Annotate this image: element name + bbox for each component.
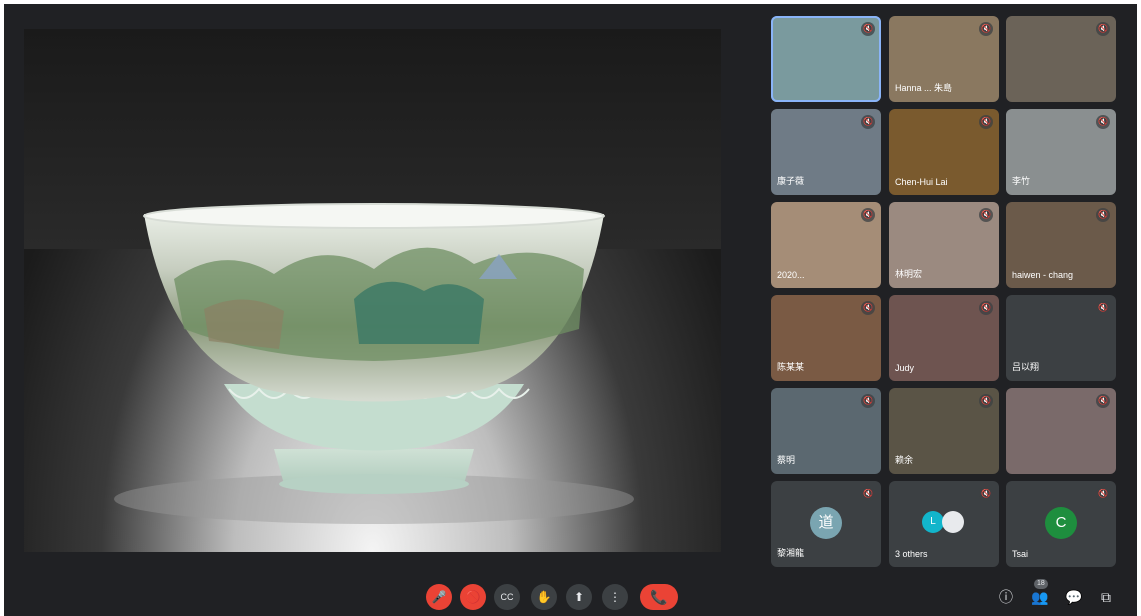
meeting-window: 🔇 🔇 Hanna ... 朱島 🔇 🔇 康子薇 🔇 Chen-Hui Lai 🔇 李竹 🔇 2020… [4,4,1137,616]
activities-button[interactable]: ⧉ [1096,587,1116,607]
participant-avatar: 道 [810,507,842,539]
participant-tile[interactable]: 🔇 Tsai C [1006,481,1116,567]
muted-mic-icon: 🔇 [979,487,993,501]
participant-name: 蔡明 [777,455,796,465]
more-vert-icon: ⋮ [609,590,621,604]
microphone-off-icon: 🎤 [431,590,447,604]
muted-mic-icon: 🔇 [861,115,875,129]
participant-name: Chen-Hui Lai [895,177,948,187]
muted-mic-icon: 🔇 [979,394,993,408]
participant-count-badge: 18 [1034,579,1048,589]
hang-up-icon: 📞 [650,589,668,605]
muted-mic-icon: 🔇 [979,208,993,222]
presentation-stage[interactable] [24,29,721,552]
participant-tile[interactable]: 🔇 林明宏 [889,202,999,288]
chat-button[interactable]: 💬 [1064,587,1084,607]
participant-tile[interactable]: 🔇 黎湘龍道 [771,481,881,567]
participant-tile[interactable]: 🔇 蔡明 [771,388,881,474]
participant-tile[interactable]: 🔇 康子薇 [771,109,881,195]
hand-icon: ✋ [536,590,552,604]
captions-button[interactable]: CC [494,584,520,610]
camera-off-button[interactable]: 🚫 [460,584,486,610]
participant-name: 林明宏 [895,269,923,279]
captions-icon: CC [500,592,514,602]
participant-name: 黎湘龍 [777,548,805,558]
participant-name: 2020... [777,270,805,280]
mic-off-button[interactable]: 🎤 [426,584,452,610]
participant-tile[interactable]: 🔇 李竹 [1006,109,1116,195]
muted-mic-icon: 🔇 [979,115,993,129]
people-icon: 👥 [1031,589,1049,605]
participant-tile[interactable]: 🔇 [1006,388,1116,474]
participant-name: 李竹 [1012,176,1031,186]
participant-tile[interactable]: 🔇 Hanna ... 朱島 [889,16,999,102]
participant-name: Tsai [1012,549,1029,559]
meeting-details-button[interactable]: ⓘ [996,587,1016,607]
muted-mic-icon: 🔇 [1096,208,1110,222]
muted-mic-icon: 🔇 [861,22,875,36]
participant-tile[interactable]: 🔇 Judy [889,295,999,381]
leave-call-button[interactable]: 📞 [640,584,678,610]
muted-mic-icon: 🔇 [1096,301,1110,315]
participant-name: Judy [895,363,915,373]
muted-mic-icon: 🔇 [861,301,875,315]
camera-off-icon: 🚫 [465,590,481,604]
muted-mic-icon: 🔇 [861,208,875,222]
activities-icon: ⧉ [1101,589,1111,605]
participant-avatar: L [922,511,944,533]
present-button[interactable]: ⬆ [566,584,592,610]
muted-mic-icon: 🔇 [1096,115,1110,129]
participant-tile[interactable]: 🔇 2020... [771,202,881,288]
more-options-button[interactable]: ⋮ [602,584,628,610]
muted-mic-icon: 🔇 [979,301,993,315]
muted-mic-icon: 🔇 [1096,394,1110,408]
participant-name: Hanna ... 朱島 [895,83,953,93]
participant-name: 赖余 [895,455,914,465]
participant-avatar: C [1045,507,1077,539]
participant-name: haiwen - chang [1012,270,1074,280]
porcelain-bowl-image [114,203,634,524]
people-button[interactable]: 👥 18 [1030,579,1050,607]
participant-tile[interactable]: 🔇 陈某某 [771,295,881,381]
present-screen-icon: ⬆ [573,590,585,604]
muted-mic-icon: 🔇 [861,487,875,501]
participant-tile[interactable]: 🔇 [771,16,881,102]
participant-tile[interactable]: 🔇 [1006,16,1116,102]
participant-tile[interactable]: 🔇 赖余 [889,388,999,474]
muted-mic-icon: 🔇 [1096,487,1110,501]
info-icon: ⓘ [999,589,1013,605]
muted-mic-icon: 🔇 [979,22,993,36]
participant-name: 吕以翔 [1012,362,1040,372]
participant-tile[interactable]: 🔇 3 others L [889,481,999,567]
participant-name: 陈某某 [777,362,805,372]
participant-name: 3 others [895,549,928,559]
participant-tile[interactable]: 🔇 吕以翔 [1006,295,1116,381]
participant-tile[interactable]: 🔇 Chen-Hui Lai [889,109,999,195]
participant-avatar [942,511,964,533]
muted-mic-icon: 🔇 [861,394,875,408]
participant-tile[interactable]: 🔇 haiwen - chang [1006,202,1116,288]
raise-hand-button[interactable]: ✋ [531,584,557,610]
participant-name: 康子薇 [777,176,805,186]
chat-icon: 💬 [1065,589,1083,605]
muted-mic-icon: 🔇 [1096,22,1110,36]
